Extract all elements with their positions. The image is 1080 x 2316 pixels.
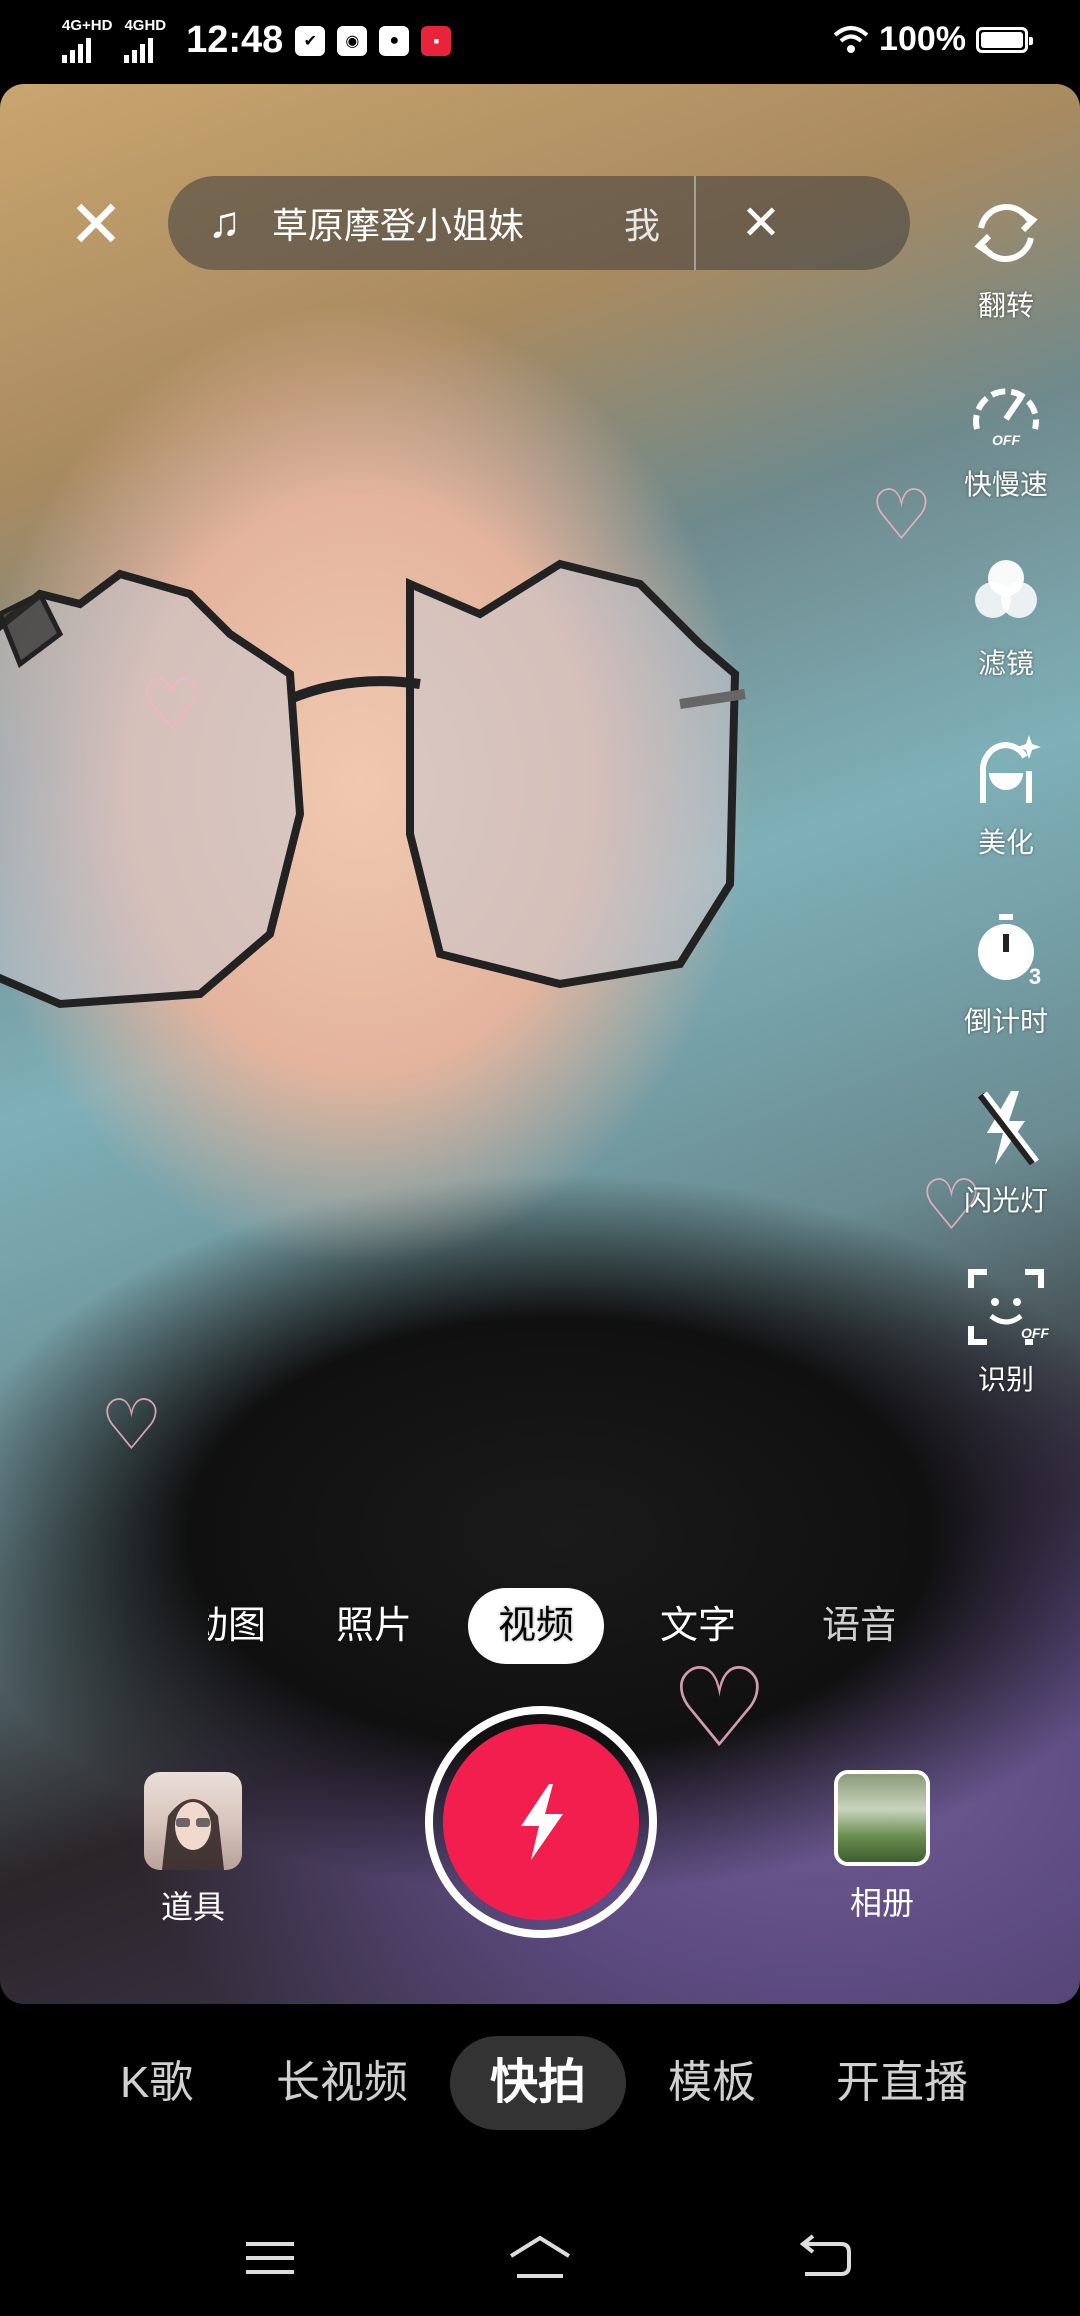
mode-voice[interactable]: 语音 — [822, 1588, 894, 1664]
tool-filter[interactable]: 滤镜 — [963, 548, 1049, 727]
music-title-trail: 我 — [624, 205, 661, 246]
mode-gif[interactable]: 动图 — [208, 1588, 266, 1664]
glasses-effect-overlay — [0, 559, 746, 1009]
wechat-icon: ● — [379, 25, 410, 56]
battery-percent: 100% — [879, 20, 966, 58]
svg-text:OFF: OFF — [992, 432, 1020, 448]
svg-text:OFF: OFF — [1021, 1325, 1049, 1341]
album-button[interactable]: 相册 — [834, 1770, 930, 1924]
back-icon[interactable] — [795, 2230, 855, 2286]
camera-tools: 翻转 OFF 快慢速 滤镜 美化 3 倒计时 闪光灯 OFF 识别 — [954, 190, 1058, 1443]
heart-sticker: ♡ — [870, 476, 933, 554]
tab-go-live[interactable]: 开直播 — [836, 2036, 968, 2130]
heart-sticker: ♡ — [100, 1386, 163, 1464]
tool-flip[interactable]: 翻转 — [963, 190, 1049, 369]
music-note-icon: ♫ — [208, 198, 241, 247]
tool-speed[interactable]: OFF 快慢速 — [963, 369, 1049, 548]
tab-quick-shot[interactable]: 快拍 — [450, 2036, 627, 2130]
tab-karaoke[interactable]: K歌 — [120, 2036, 193, 2130]
record-button-inner — [443, 1724, 639, 1920]
flash-off-icon — [977, 1091, 1039, 1166]
home-icon[interactable] — [505, 2230, 575, 2286]
beautify-icon — [980, 735, 1041, 803]
notification-red-icon: ■ — [421, 25, 452, 56]
mode-video[interactable]: 视频 — [468, 1588, 605, 1664]
face-recognition-off-icon: OFF — [968, 1269, 1049, 1345]
heart-sticker: ♡ — [140, 666, 203, 744]
filter-icon — [975, 560, 1037, 618]
music-title: 草原摩登小姐妹 — [272, 205, 525, 246]
svg-text:3: 3 — [1029, 964, 1041, 989]
tool-flash[interactable]: 闪光灯 — [963, 1085, 1049, 1264]
props-button[interactable]: 道具 — [144, 1772, 242, 1928]
capture-mode-selector: 动图 照片 视频 文字 语音 — [0, 1588, 1080, 1664]
wifi-icon — [833, 25, 869, 53]
tab-long-video[interactable]: 长视频 — [276, 2036, 408, 2130]
speed-off-icon: OFF — [973, 388, 1039, 448]
menu-icon[interactable] — [240, 2230, 300, 2286]
notification-check-icon: ✔ — [295, 25, 326, 56]
signal-indicator-2: 4GHD — [124, 18, 166, 63]
mode-photo[interactable]: 照片 — [336, 1588, 412, 1664]
record-button[interactable] — [425, 1706, 657, 1938]
notification-app-icon: ◉ — [337, 25, 368, 56]
flip-camera-icon — [974, 204, 1038, 262]
tool-countdown[interactable]: 3 倒计时 — [963, 906, 1049, 1085]
signal-bars-icon — [62, 37, 91, 63]
clock: 12:48 — [186, 19, 284, 61]
bottom-tab-bar: K歌 长视频 快拍 模板 开直播 — [0, 2004, 1080, 2164]
system-navigation-bar — [0, 2200, 1080, 2316]
signal-bars-icon — [124, 37, 154, 63]
tool-recognize[interactable]: OFF 识别 — [963, 1264, 1049, 1443]
battery-icon — [976, 26, 1033, 53]
signal-indicator-1: 4G+HD — [62, 18, 112, 63]
lightning-icon — [521, 1784, 563, 1860]
countdown-3-icon: 3 — [978, 914, 1041, 989]
mode-text[interactable]: 文字 — [660, 1588, 736, 1664]
remove-music-button[interactable]: ✕ — [696, 195, 826, 251]
tool-beautify[interactable]: 美化 — [963, 727, 1049, 906]
props-thumbnail — [144, 1772, 242, 1870]
status-bar: 4G+HD 4GHD 12:48 ✔ ◉ ● ■ 100% — [0, 0, 1080, 84]
album-thumbnail — [834, 1770, 930, 1866]
tab-template[interactable]: 模板 — [668, 2036, 756, 2130]
music-selector[interactable]: ♫ 草原摩登小姐妹 我 ✕ — [168, 176, 910, 270]
close-camera-button[interactable]: ✕ — [64, 191, 128, 257]
